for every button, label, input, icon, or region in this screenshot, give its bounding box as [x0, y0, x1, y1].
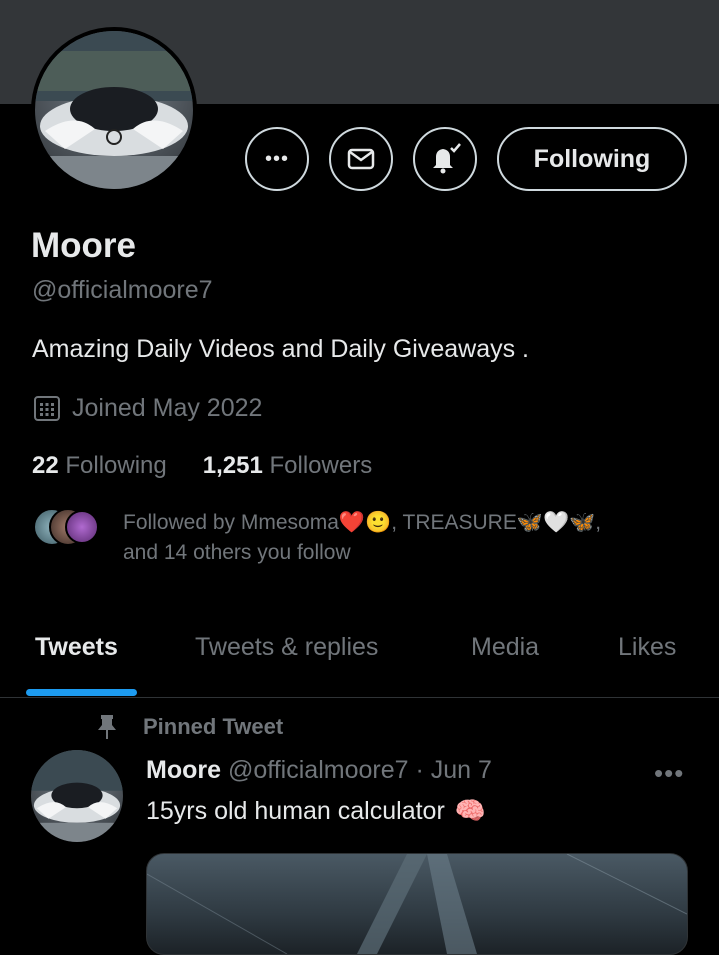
followed-by-line2: and 14 others you follow — [123, 541, 351, 564]
tweet-author-name[interactable]: Moore — [146, 756, 221, 784]
car-image — [31, 750, 123, 842]
tweet-more-button[interactable]: ••• — [654, 758, 684, 789]
more-icon: ••• — [264, 147, 289, 170]
following-label: Following — [65, 452, 167, 479]
tab-likes[interactable]: Likes — [618, 633, 676, 662]
pinned-tweet-text: Pinned Tweet — [143, 714, 284, 739]
media-image — [147, 854, 687, 954]
profile-name: Moore — [31, 226, 136, 265]
calendar-icon — [34, 396, 60, 421]
tweet-separator: · — [415, 756, 424, 784]
avatar — [65, 510, 99, 544]
tweet-header: Moore @officialmoore7 · Jun 7 — [146, 756, 492, 785]
profile-stats: 22 Following 1,251 Followers — [32, 452, 372, 480]
following-button[interactable]: Following — [497, 127, 687, 191]
tweet-date[interactable]: Jun 7 — [431, 756, 492, 784]
active-tab-indicator — [26, 689, 137, 696]
pinned-tweet-label: Pinned Tweet — [95, 713, 283, 741]
tweet-author-handle[interactable]: @officialmoore7 — [228, 756, 409, 784]
tweet-media[interactable] — [146, 853, 688, 955]
message-button[interactable] — [329, 127, 393, 191]
joined-text: Joined May 2022 — [72, 393, 263, 422]
joined-date: Joined May 2022 — [32, 393, 262, 423]
tab-tweets-replies[interactable]: Tweets & replies — [195, 633, 378, 662]
profile-avatar[interactable] — [31, 27, 197, 193]
notifications-button[interactable] — [413, 127, 477, 191]
bell-check-icon — [433, 143, 461, 174]
following-count: 22 — [32, 452, 59, 479]
car-image — [35, 31, 193, 189]
profile-tabs: Tweets Tweets & replies Media Likes — [0, 620, 719, 698]
tweet-author-avatar[interactable] — [31, 750, 123, 842]
tweet-body: 15yrs old human calculator 🧠 — [146, 797, 486, 826]
following-button-label: Following — [533, 144, 651, 173]
followed-by-text[interactable]: Followed by Mmesoma❤️🙂, TREASURE🦋🤍🦋, and… — [123, 508, 683, 568]
brain-emoji: 🧠 — [454, 797, 486, 825]
followers-count: 1,251 — [202, 452, 263, 479]
mutual-followers-avatars[interactable] — [33, 508, 103, 546]
tab-media[interactable]: Media — [471, 633, 539, 662]
more-options-button[interactable]: ••• — [245, 127, 309, 191]
followers-link[interactable]: 1,251 Followers — [203, 452, 372, 480]
followed-by-line1: Followed by Mmesoma❤️🙂, TREASURE🦋🤍🦋, — [123, 511, 602, 534]
pin-icon — [98, 715, 116, 739]
followers-label: Followers — [269, 452, 373, 479]
mail-icon — [347, 148, 375, 170]
tweet-text: 15yrs old human calculator — [146, 797, 445, 825]
tab-tweets[interactable]: Tweets — [35, 633, 118, 662]
following-link[interactable]: 22 Following — [32, 452, 167, 480]
profile-handle: @officialmoore7 — [32, 276, 213, 304]
profile-bio: Amazing Daily Videos and Daily Giveaways… — [32, 335, 529, 363]
